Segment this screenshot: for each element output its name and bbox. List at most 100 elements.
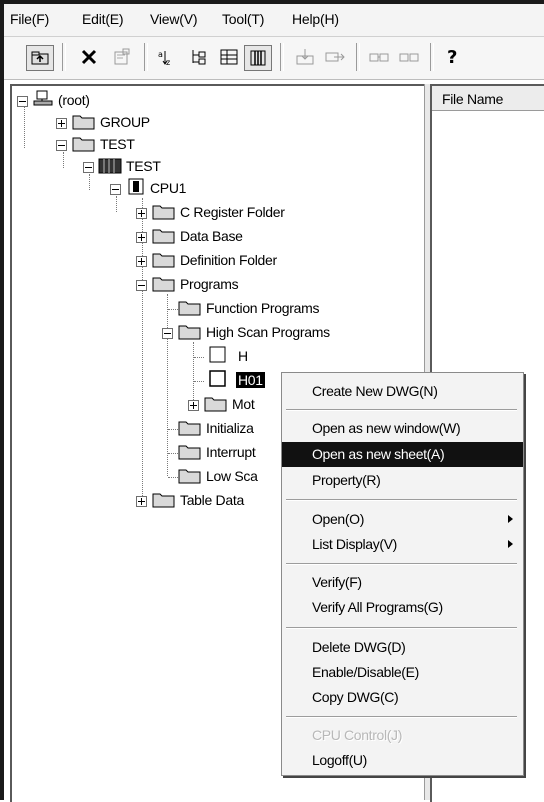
drawing-icon bbox=[209, 346, 226, 363]
tree-node-function-programs[interactable]: Function Programs bbox=[12, 298, 319, 320]
collapse-toggle[interactable] bbox=[136, 280, 147, 291]
menu-item-open-new-sheet[interactable]: Open as new sheet(A) bbox=[282, 442, 523, 467]
menu-separator bbox=[286, 409, 517, 411]
menu-item-create-new-dwg[interactable]: Create New DWG(N) bbox=[282, 379, 523, 404]
tree-node-interrupt[interactable]: Interrupt bbox=[12, 442, 312, 464]
submenu-arrow-icon bbox=[508, 540, 513, 548]
tree-node-cpu1[interactable]: CPU1 bbox=[12, 178, 212, 200]
menu-item-label: List Display(V) bbox=[312, 536, 397, 552]
properties-button[interactable] bbox=[108, 45, 134, 69]
menu-item-copy-dwg[interactable]: Copy DWG(C) bbox=[282, 685, 523, 710]
folder-up-icon bbox=[31, 51, 49, 65]
collapse-toggle[interactable] bbox=[162, 328, 173, 339]
menu-item-logoff[interactable]: Logoff(U) bbox=[282, 748, 523, 773]
expand-toggle[interactable] bbox=[136, 496, 147, 507]
export-button[interactable] bbox=[322, 45, 348, 69]
tree-label: TEST bbox=[100, 136, 135, 152]
toolbar-separator bbox=[430, 43, 434, 71]
tree-node-programs[interactable]: Programs bbox=[12, 274, 312, 296]
menu-tool[interactable]: Tool(T) bbox=[222, 11, 264, 27]
folder-icon bbox=[152, 205, 175, 220]
menu-separator bbox=[286, 627, 517, 629]
menu-item-open-new-window[interactable]: Open as new window(W) bbox=[282, 416, 523, 441]
properties-icon bbox=[114, 48, 130, 65]
menu-help[interactable]: Help(H) bbox=[292, 11, 339, 27]
tree-node-low-scan[interactable]: Low Sca bbox=[12, 466, 312, 488]
tree-label: Low Sca bbox=[206, 468, 258, 484]
folder-open-icon bbox=[152, 277, 175, 292]
cpu-rack-icon bbox=[98, 158, 122, 174]
menu-item-label: Verify All Programs(G) bbox=[312, 599, 443, 615]
tree-node-test-cpu-group[interactable]: TEST bbox=[12, 156, 212, 178]
tree-label: GROUP bbox=[100, 114, 150, 130]
menu-item-cpu-control: CPU Control(J) bbox=[282, 723, 523, 748]
expand-toggle[interactable] bbox=[56, 118, 67, 129]
menu-item-label: Copy DWG(C) bbox=[312, 689, 399, 705]
sort-icon: az bbox=[158, 50, 170, 67]
folder-icon bbox=[72, 137, 95, 152]
help-button[interactable]: ? bbox=[440, 45, 466, 69]
tree-label: H bbox=[238, 348, 248, 364]
tree-node-group[interactable]: GROUP bbox=[12, 112, 212, 134]
connect-button[interactable] bbox=[366, 45, 392, 69]
expand-toggle[interactable] bbox=[136, 208, 147, 219]
menu-separator bbox=[286, 716, 517, 718]
menu-item-property[interactable]: Property(R) bbox=[282, 468, 523, 493]
tree-label: Function Programs bbox=[206, 300, 320, 316]
expand-toggle[interactable] bbox=[136, 256, 147, 267]
menu-item-label: Open as new window(W) bbox=[312, 420, 461, 436]
column-header-file-name[interactable]: File Name bbox=[432, 86, 544, 111]
tree-node-test-folder[interactable]: TEST bbox=[12, 134, 212, 156]
menu-view[interactable]: View(V) bbox=[150, 11, 198, 27]
tree-node-motion[interactable]: Mot bbox=[12, 394, 312, 416]
menu-item-verify[interactable]: Verify(F) bbox=[282, 570, 523, 595]
help-icon: ? bbox=[447, 47, 457, 68]
tree-label: Mot bbox=[232, 396, 255, 412]
menu-item-label: Delete DWG(D) bbox=[312, 639, 406, 655]
menu-item-verify-all-programs[interactable]: Verify All Programs(G) bbox=[282, 595, 523, 620]
expand-toggle[interactable] bbox=[188, 400, 199, 411]
tree-node-h01[interactable]: H01 bbox=[12, 370, 312, 392]
import-button[interactable] bbox=[292, 45, 318, 69]
list-view-button[interactable] bbox=[244, 45, 272, 71]
tree-node-root[interactable]: (root) bbox=[12, 90, 212, 112]
cpu-module-icon bbox=[128, 178, 144, 195]
tree-node-table-data[interactable]: Table Data bbox=[12, 490, 312, 512]
details-view-button[interactable] bbox=[216, 45, 242, 69]
folder-up-button[interactable] bbox=[26, 45, 54, 71]
column-header-label: File Name bbox=[442, 91, 504, 107]
expand-toggle[interactable] bbox=[136, 232, 147, 243]
collapse-toggle[interactable] bbox=[83, 162, 94, 173]
tree-node-data-base[interactable]: Data Base bbox=[12, 226, 312, 248]
collapse-toggle[interactable] bbox=[56, 140, 67, 151]
tree-node-c-register-folder[interactable]: C Register Folder bbox=[12, 202, 312, 224]
menu-bar: File(F) Edit(E) View(V) Tool(T) Help(H) bbox=[4, 4, 544, 37]
menu-item-enable-disable[interactable]: Enable/Disable(E) bbox=[282, 660, 523, 685]
tree-label: Programs bbox=[180, 276, 239, 292]
folder-icon bbox=[152, 253, 175, 268]
menu-item-list-display[interactable]: List Display(V) bbox=[282, 532, 523, 557]
disconnect-button[interactable] bbox=[396, 45, 422, 69]
sort-button[interactable]: az bbox=[154, 45, 180, 69]
tree-node-initialize[interactable]: Initializa bbox=[12, 418, 312, 440]
tree-node-h[interactable]: H bbox=[12, 346, 312, 368]
toolbar-separator bbox=[62, 43, 66, 71]
submenu-arrow-icon bbox=[508, 515, 513, 523]
menu-item-delete-dwg[interactable]: Delete DWG(D) bbox=[282, 635, 523, 660]
toolbar-separator bbox=[280, 43, 284, 71]
delete-button[interactable] bbox=[76, 45, 102, 69]
tree-label: Initializa bbox=[206, 420, 254, 436]
tree-label: Data Base bbox=[180, 228, 243, 244]
collapse-toggle[interactable] bbox=[110, 184, 121, 195]
tree-node-definition-folder[interactable]: Definition Folder bbox=[12, 250, 312, 272]
tree-node-high-scan-programs[interactable]: High Scan Programs bbox=[12, 322, 330, 344]
tree-label: Definition Folder bbox=[180, 252, 277, 268]
tree-label: Table Data bbox=[180, 492, 244, 508]
menu-file[interactable]: File(F) bbox=[10, 11, 49, 27]
collapse-toggle[interactable] bbox=[17, 96, 28, 107]
import-icon bbox=[296, 49, 314, 65]
tree-view-button[interactable] bbox=[186, 45, 212, 69]
menu-edit[interactable]: Edit(E) bbox=[82, 11, 124, 27]
menu-item-open[interactable]: Open(O) bbox=[282, 507, 523, 532]
export-icon bbox=[325, 52, 345, 62]
